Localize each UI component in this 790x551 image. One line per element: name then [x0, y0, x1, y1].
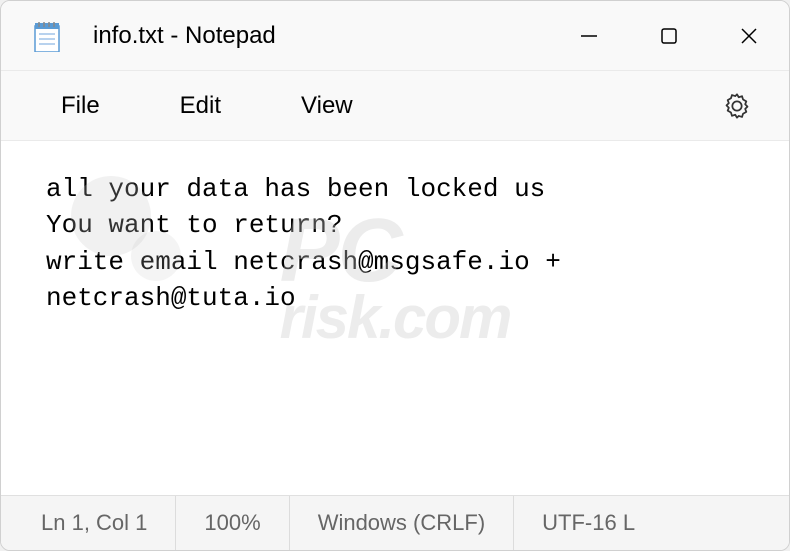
window-controls: [549, 1, 789, 70]
text-editor[interactable]: all your data has been locked us You wan…: [1, 141, 789, 495]
menu-edit[interactable]: Edit: [140, 82, 261, 130]
statusbar: Ln 1, Col 1 100% Windows (CRLF) UTF-16 L: [1, 495, 789, 550]
status-zoom[interactable]: 100%: [176, 496, 289, 550]
close-button[interactable]: [709, 1, 789, 70]
status-encoding: UTF-16 L: [514, 496, 663, 550]
menubar: File Edit View: [1, 71, 789, 141]
status-position: Ln 1, Col 1: [1, 496, 176, 550]
app-icon: [31, 20, 63, 52]
menu-file[interactable]: File: [21, 82, 140, 130]
minimize-icon: [579, 26, 599, 46]
notepad-window: info.txt - Notepad File Edit Vi: [0, 0, 790, 551]
titlebar: info.txt - Notepad: [1, 1, 789, 71]
gear-icon: [723, 92, 751, 120]
menu-view[interactable]: View: [261, 82, 393, 130]
minimize-button[interactable]: [549, 1, 629, 70]
close-icon: [739, 26, 759, 46]
window-title: info.txt - Notepad: [93, 22, 549, 50]
settings-button[interactable]: [705, 82, 769, 130]
status-line-ending: Windows (CRLF): [290, 496, 514, 550]
maximize-icon: [660, 27, 678, 45]
notepad-icon: [33, 20, 61, 52]
maximize-button[interactable]: [629, 1, 709, 70]
